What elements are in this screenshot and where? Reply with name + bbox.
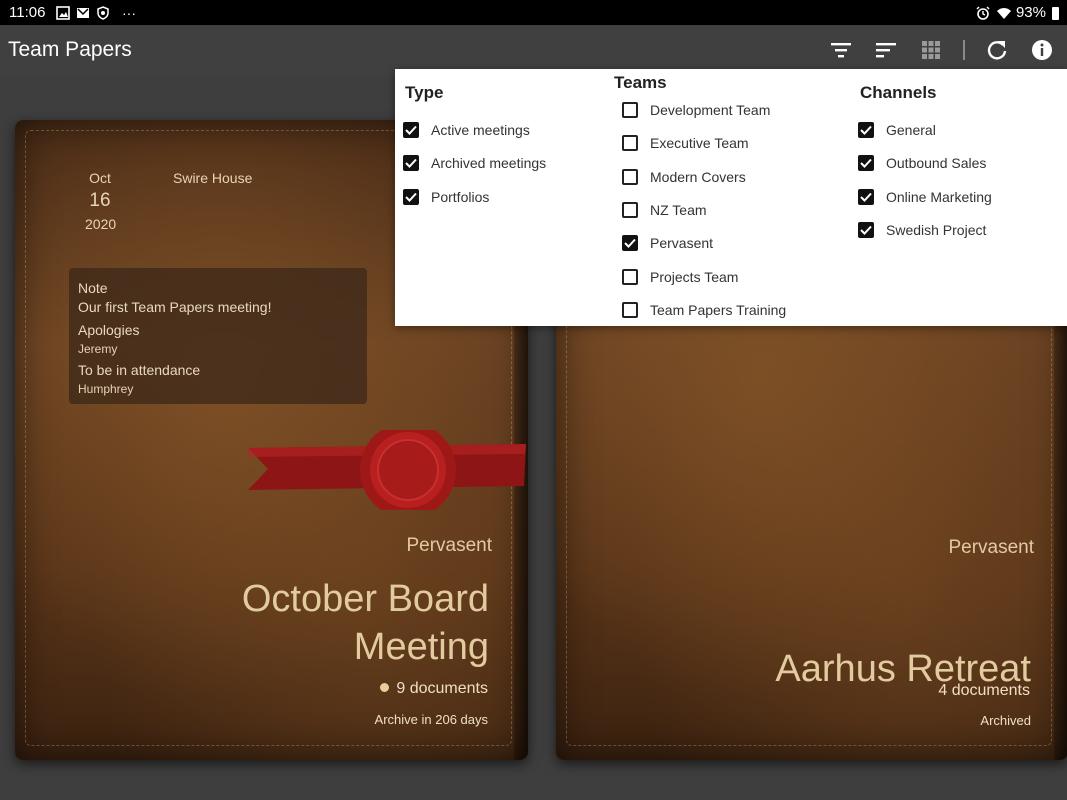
note-value: Our first Team Papers meeting! [78,299,272,315]
checkbox-unchecked-icon[interactable] [622,135,638,152]
note-label: Note [78,280,108,296]
channels-heading: Channels [860,83,937,102]
status-overflow: ··· [122,5,136,21]
refresh-icon[interactable] [984,37,1010,63]
channels-option-label: Outbound Sales [886,155,987,172]
status-bar: 11:06 ··· 93% [0,0,1067,25]
checkbox-unchecked-icon[interactable] [622,168,638,185]
document-count: 9 documents [380,680,488,698]
type-option-label: Archived meetings [431,155,547,172]
wax-seal-ribbon [248,422,526,518]
checkbox-checked-icon[interactable] [403,155,419,172]
app-bar: Team Papers [0,25,1067,75]
teams-option-label: Projects Team [650,268,739,285]
attendance-value: Humphrey [78,382,134,396]
teams-option-label: Pervasent [650,235,714,252]
type-option[interactable]: Portfolios [403,186,489,208]
date-month: Oct [89,170,111,186]
meeting-title-line1: October Board [241,578,489,620]
app-title: Team Papers [8,38,132,61]
teams-option-label: Development Team [650,102,771,118]
status-time: 11:06 [9,4,46,21]
apologies-value: Jeremy [78,342,118,356]
team-name: Pervasent [406,535,492,556]
archive-status: Archive in 206 days [374,712,488,727]
type-option[interactable]: Archived meetings [403,152,546,174]
teams-option[interactable]: Projects Team [622,266,738,288]
apologies-label: Apologies [78,322,140,338]
type-option-label: Portfolios [431,188,490,205]
checkbox-checked-icon[interactable] [858,188,874,205]
channels-option[interactable]: Online Marketing [858,186,992,208]
document-count: 4 documents [938,682,1030,699]
meeting-date: Oct 16 2020 [85,170,117,232]
unread-dot-icon [380,683,390,692]
grid-view-icon[interactable] [918,37,944,63]
battery-icon [1052,7,1059,20]
meeting-title-line2: Meeting [353,626,489,668]
teams-option-label: NZ Team [650,201,707,218]
teams-option[interactable]: NZ Team [622,199,707,221]
gmail-icon [76,6,90,20]
teams-option[interactable]: Development Team [622,99,770,121]
checkbox-unchecked-icon[interactable] [622,268,638,285]
teams-option[interactable]: Executive Team [622,132,749,154]
checkbox-unchecked-icon[interactable] [622,301,638,318]
checkbox-checked-icon[interactable] [403,188,419,205]
wifi-icon [996,6,1011,20]
checkbox-checked-icon[interactable] [858,155,874,172]
type-option-label: Active meetings [431,122,530,138]
toolbar-divider [963,40,965,60]
checkbox-unchecked-icon[interactable] [622,201,638,218]
checkbox-checked-icon[interactable] [858,221,874,238]
date-year: 2020 [85,216,117,232]
shield-icon [96,6,110,20]
checkbox-checked-icon[interactable] [622,235,638,252]
filter-icon[interactable] [828,37,854,63]
channels-option-label: Online Marketing [886,188,992,205]
teams-heading: Teams [614,73,667,92]
team-name: Pervasent [948,537,1034,558]
checkbox-unchecked-icon[interactable] [622,102,638,118]
channels-option[interactable]: Outbound Sales [858,152,986,174]
channels-option[interactable]: Swedish Project [858,219,986,241]
checkbox-checked-icon[interactable] [858,122,874,138]
meeting-title: October Board Meeting [242,575,489,671]
image-icon [56,6,70,20]
attendance-label: To be in attendance [78,362,201,378]
channels-option[interactable]: General [858,119,936,141]
channels-option-label: General [886,122,936,138]
teams-option[interactable]: Team Papers Training [622,299,786,321]
teams-option-label: Team Papers Training [650,301,787,318]
checkbox-checked-icon[interactable] [403,122,419,138]
type-heading: Type [405,83,444,102]
filter-panel: Type Active meetings Archived meetings Por… [395,69,1067,326]
teams-option[interactable]: Modern Covers [622,166,746,188]
archive-status: Archived [980,713,1031,728]
type-option[interactable]: Active meetings [403,119,530,141]
teams-option-label: Modern Covers [650,168,746,185]
teams-option[interactable]: Pervasent [622,232,713,254]
teams-option-label: Executive Team [650,135,749,152]
battery-percent: 93% [1015,4,1046,21]
channels-option-label: Swedish Project [886,221,987,238]
alarm-icon [976,5,990,20]
document-count-text: 9 documents [396,680,488,697]
sort-icon[interactable] [873,37,899,63]
meeting-location: Swire House [173,170,253,186]
meeting-note-box: Note Our first Team Papers meeting! Apol… [69,268,367,404]
info-icon[interactable] [1029,37,1055,63]
date-day: 16 [89,190,111,211]
